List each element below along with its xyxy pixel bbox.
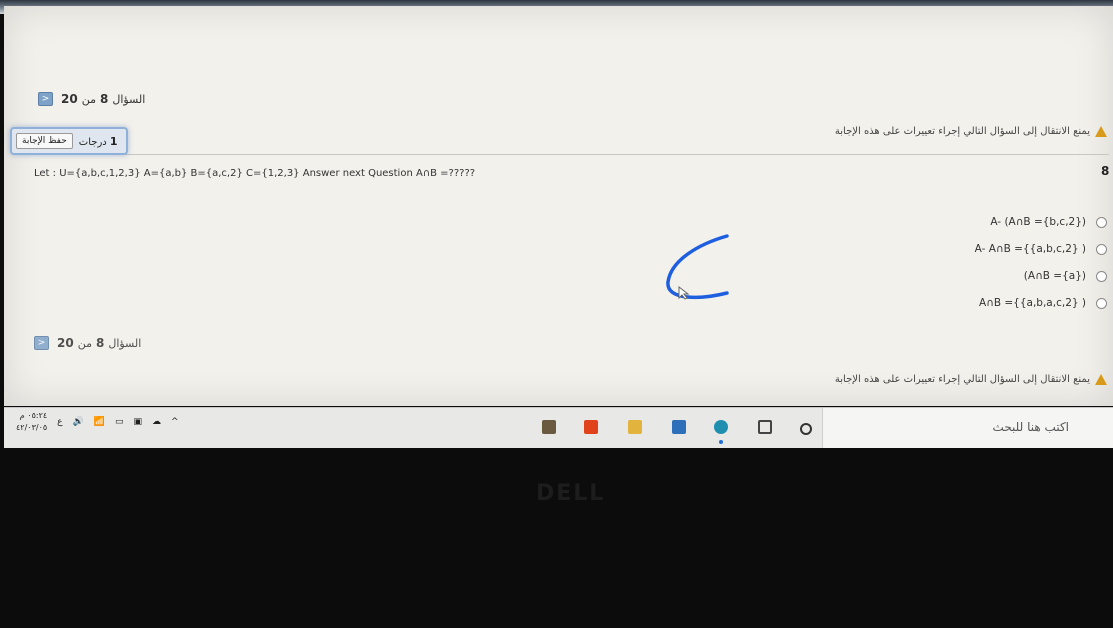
warning-text: يمنع الانتقال إلى السؤال التالي إجراء تع…: [834, 374, 1090, 385]
office-icon[interactable]: [584, 420, 598, 434]
clock-time: ٠٥:٢٤ م: [19, 411, 48, 420]
current-question-number: 8: [99, 92, 109, 106]
warning-triangle-icon: [1095, 374, 1107, 385]
warning-message-bottom: يمنع الانتقال إلى السؤال التالي إجراء تع…: [835, 374, 1107, 385]
answer-option[interactable]: A- A∩B ={{a,b,c,2} ): [975, 243, 1107, 255]
option-label: A∩B ={{a,b,a,c,2} ): [978, 297, 1086, 309]
current-question-number: 8: [95, 336, 105, 350]
notifications-icon[interactable]: ▣: [134, 417, 143, 427]
total-questions: 20: [57, 336, 74, 350]
total-questions: 20: [61, 92, 78, 106]
language-indicator[interactable]: ع: [57, 417, 62, 427]
option-radio[interactable]: [1096, 243, 1107, 255]
question-number: 8: [1101, 164, 1110, 178]
grade-label: درجات: [78, 136, 107, 148]
store-icon[interactable]: [542, 420, 556, 434]
of-label: من: [77, 336, 92, 350]
save-answer-button[interactable]: حفظ الإجابة: [16, 133, 73, 149]
option-radio[interactable]: [1096, 216, 1107, 228]
question-navigation-bottom: السؤال 8 من 20 <: [34, 336, 141, 350]
file-explorer-icon[interactable]: [628, 420, 642, 434]
pen-annotation: [666, 234, 729, 300]
system-tray: ٠٥:٢٤ م ٤٢/٠٣/٠٥ ع 🔊 📶 ▭ ▣ ☁ ^: [16, 410, 179, 434]
dell-logo: DELL: [536, 481, 606, 506]
taskbar-search[interactable]: اكتب هنا للبحث: [822, 408, 1113, 448]
answer-option[interactable]: A- (A∩B ={b,c,2}): [990, 216, 1107, 228]
option-label: A- (A∩B ={b,c,2}): [990, 216, 1086, 228]
show-hidden-icons-icon[interactable]: ^: [171, 417, 179, 427]
cortana-icon[interactable]: [800, 423, 812, 435]
answer-option[interactable]: (A∩B ={a}): [1024, 270, 1107, 282]
question-grade: 1 درجات: [79, 135, 118, 148]
windows-taskbar: ٠٥:٢٤ م ٤٢/٠٣/٠٥ ع 🔊 📶 ▭ ▣ ☁ ^ اكتب هنا …: [4, 407, 1113, 448]
option-label: (A∩B ={a}): [1023, 270, 1086, 282]
search-input[interactable]: اكتب هنا للبحث: [993, 420, 1069, 434]
edge-icon[interactable]: [714, 420, 728, 434]
of-label: من: [81, 92, 96, 106]
option-radio[interactable]: [1096, 270, 1107, 282]
option-radio[interactable]: [1096, 297, 1107, 309]
clock-date: ٤٢/٠٣/٠٥: [16, 423, 48, 432]
option-label: A- A∩B ={{a,b,c,2} ): [974, 243, 1086, 255]
battery-icon[interactable]: ▭: [115, 417, 124, 427]
wifi-icon[interactable]: 📶: [94, 417, 105, 427]
question-label: السؤال: [108, 336, 142, 350]
grade-value: 1: [109, 134, 118, 148]
clock[interactable]: ٠٥:٢٤ م ٤٢/٠٣/٠٥: [16, 410, 47, 434]
question-text: Let : U={a,b,c,1,2,3} A={a,b} B={a,c,2} …: [34, 168, 476, 179]
warning-message-top: يمنع الانتقال إلى السؤال التالي إجراء تع…: [835, 126, 1107, 137]
question-label: السؤال: [112, 92, 146, 106]
warning-triangle-icon: [1095, 126, 1107, 137]
warning-text: يمنع الانتقال إلى السؤال التالي إجراء تع…: [834, 126, 1090, 137]
previous-question-button[interactable]: <: [34, 336, 49, 350]
onedrive-icon[interactable]: ☁: [152, 417, 161, 427]
browser-content: السؤال 8 من 20 < يمنع الانتقال إلى السؤا…: [4, 6, 1113, 406]
mouse-cursor-icon: [678, 286, 690, 300]
volume-icon[interactable]: 🔊: [73, 417, 84, 427]
task-view-icon[interactable]: [758, 420, 772, 434]
divider: [124, 154, 1109, 155]
answer-option[interactable]: A∩B ={{a,b,a,c,2} ): [979, 297, 1107, 309]
question-navigation-top: السؤال 8 من 20 <: [38, 92, 145, 106]
save-answer-panel: حفظ الإجابة 1 درجات: [10, 127, 128, 155]
mail-icon[interactable]: [672, 420, 686, 434]
previous-question-button[interactable]: <: [38, 92, 53, 106]
